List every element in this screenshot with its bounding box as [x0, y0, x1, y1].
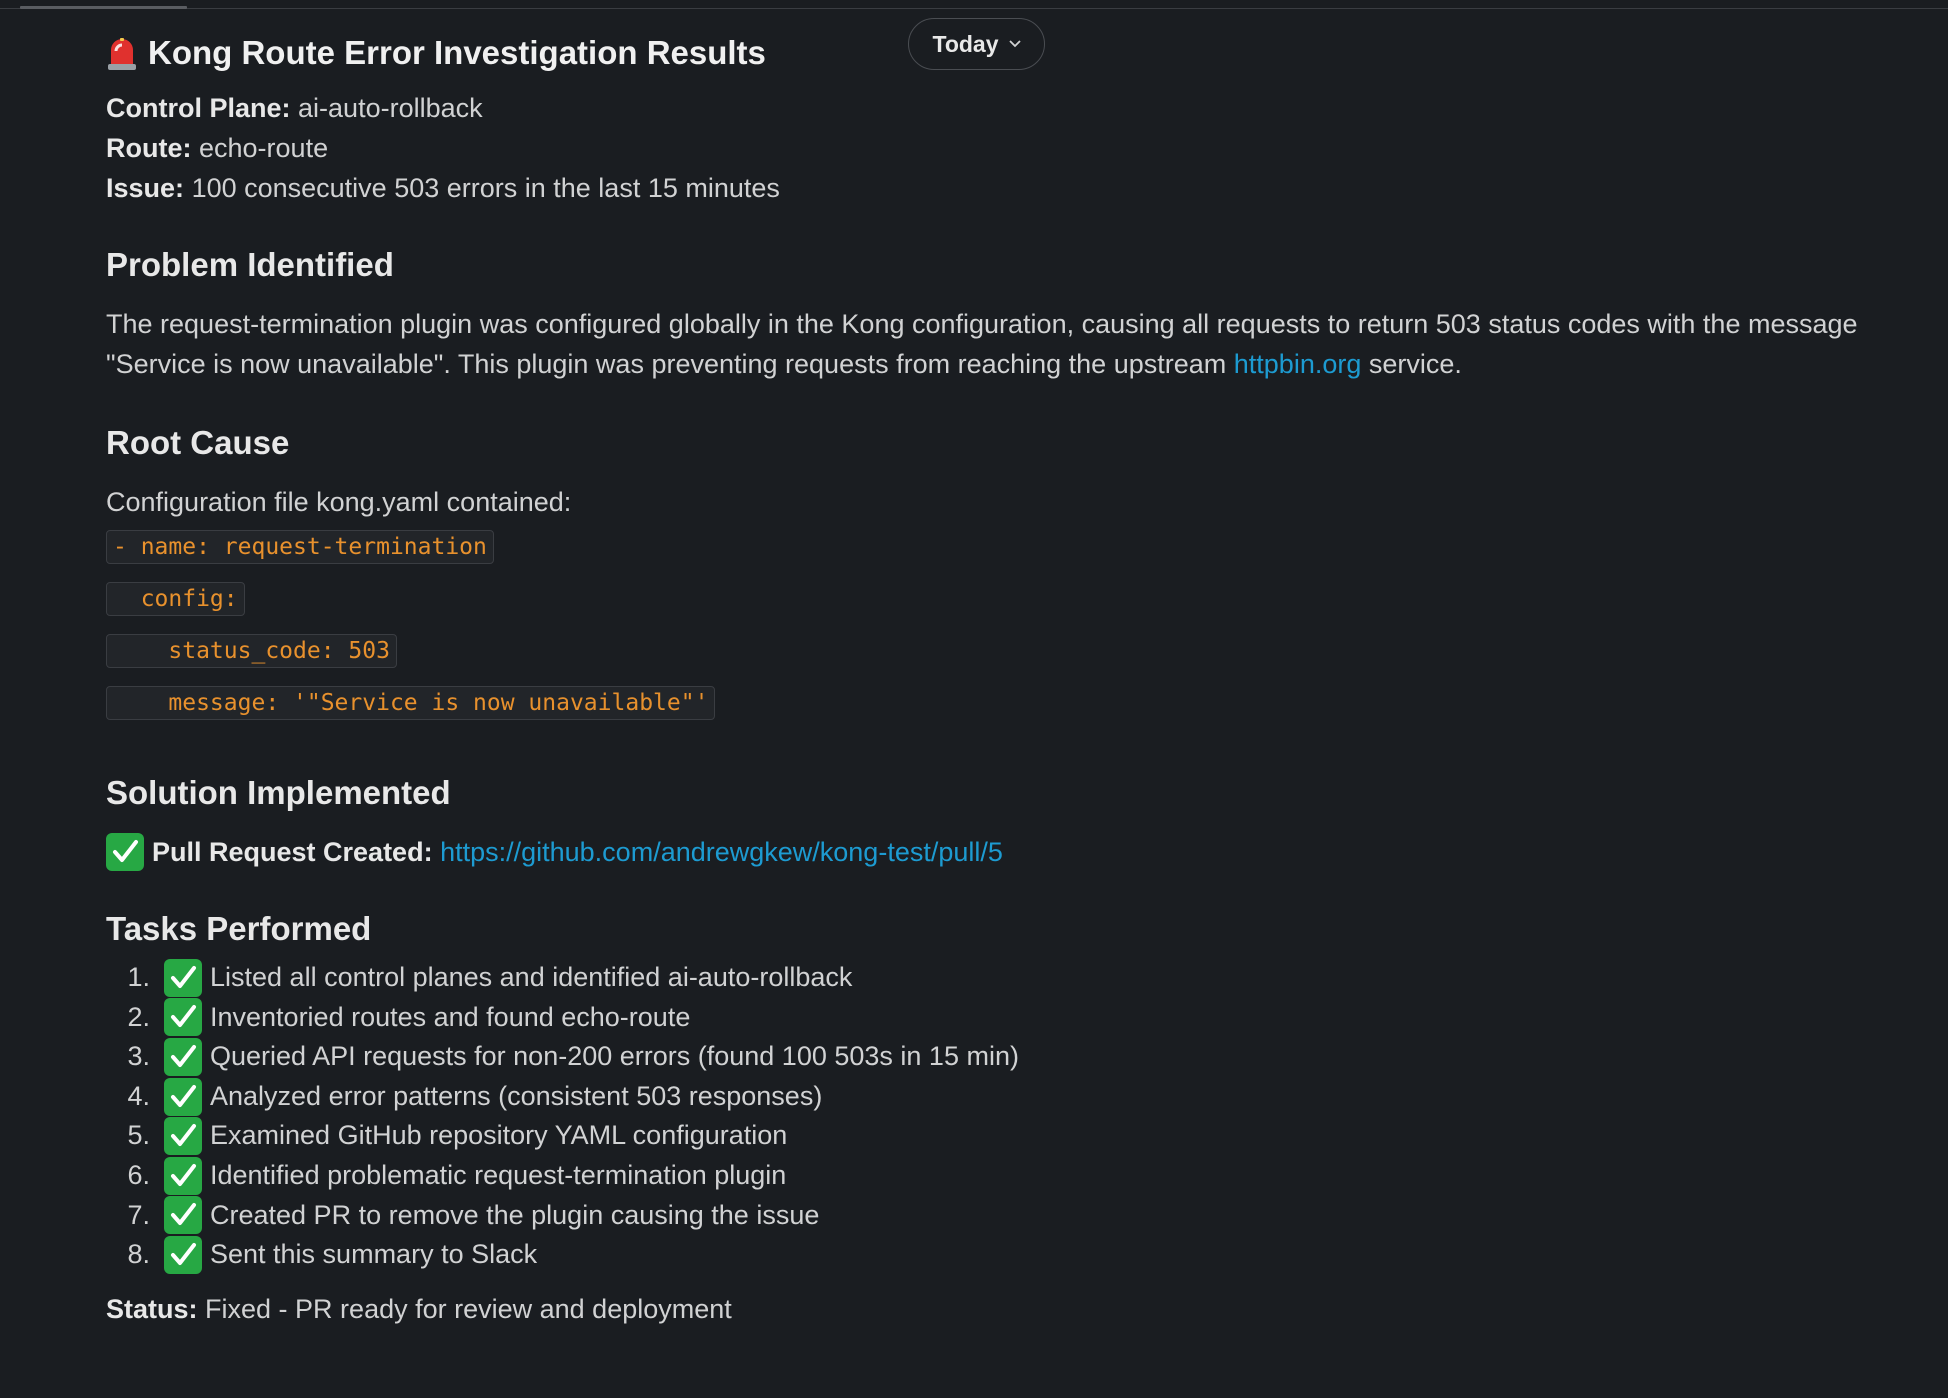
- scroll-indicator: [20, 6, 187, 9]
- root-cause-heading: Root Cause: [106, 424, 290, 461]
- code-snippet: config:: [106, 582, 245, 616]
- root-cause-intro: Configuration file kong.yaml contained:: [106, 487, 572, 517]
- check-mark-icon: [164, 1077, 202, 1116]
- list-item: 7. Created PR to remove the plugin causin…: [106, 1196, 1896, 1236]
- check-mark-icon: [164, 1196, 202, 1235]
- problem-heading: Problem Identified: [106, 246, 394, 283]
- pull-request-label: Pull Request Created:: [152, 837, 433, 867]
- check-mark-icon: [164, 1156, 202, 1195]
- code-snippet: status_code: 503: [106, 634, 397, 668]
- meta-route: Route: echo-route: [106, 133, 329, 163]
- meta-control-plane: Control Plane: ai-auto-rollback: [106, 93, 483, 123]
- list-item: 5. Examined GitHub repository YAML config…: [106, 1116, 1896, 1156]
- code-snippet: - name: request-termination: [106, 530, 494, 564]
- httpbin-link[interactable]: httpbin.org: [1234, 349, 1362, 379]
- status-value: Fixed - PR ready for review and deployme…: [205, 1293, 732, 1324]
- message-title: Kong Route Error Investigation Results: [106, 30, 1896, 76]
- pull-request-link[interactable]: https://github.com/andrewgkew/kong-test/…: [440, 832, 1003, 872]
- check-mark-icon: [164, 1037, 202, 1076]
- check-mark-icon: [164, 1117, 202, 1156]
- list-item: 8. Sent this summary to Slack: [106, 1235, 1896, 1275]
- code-line: config:: [106, 582, 1896, 616]
- code-line: - name: request-termination: [106, 530, 1896, 564]
- code-snippet: message: '"Service is now unavailable"': [106, 686, 716, 720]
- rotating-light-icon: [106, 35, 138, 71]
- status-line: Status: Fixed - PR ready for review and …: [106, 1289, 1896, 1329]
- status-label: Status:: [106, 1293, 198, 1324]
- tasks-heading: Tasks Performed: [106, 910, 372, 947]
- check-mark-icon: [164, 998, 202, 1037]
- top-divider: [0, 8, 1948, 9]
- list-item: 1. Listed all control planes and identifi…: [106, 958, 1896, 998]
- check-mark-icon: [106, 833, 144, 871]
- list-item: 4. Analyzed error patterns (consistent 50…: [106, 1077, 1896, 1117]
- title-text: Kong Route Error Investigation Results: [148, 34, 766, 71]
- code-line: message: '"Service is now unavailable"': [106, 686, 1896, 720]
- check-mark-icon: [164, 1235, 202, 1274]
- tasks-list: 1. Listed all control planes and identifi…: [106, 958, 1896, 1275]
- message-body: Kong Route Error Investigation Results C…: [106, 30, 1896, 1329]
- code-line: status_code: 503: [106, 634, 1896, 668]
- meta-issue: Issue: 100 consecutive 503 errors in the…: [106, 173, 780, 203]
- solution-heading: Solution Implemented: [106, 774, 451, 811]
- check-mark-icon: [164, 958, 202, 997]
- problem-paragraph: The request-termination plugin was confi…: [106, 309, 1858, 379]
- pull-request-line: Pull Request Created: https://github.com…: [106, 832, 1896, 872]
- list-item: 6. Identified problematic request-termina…: [106, 1156, 1896, 1196]
- list-item: 3. Queried API requests for non-200 error…: [106, 1037, 1896, 1077]
- list-item: 2. Inventoried routes and found echo-rout…: [106, 998, 1896, 1038]
